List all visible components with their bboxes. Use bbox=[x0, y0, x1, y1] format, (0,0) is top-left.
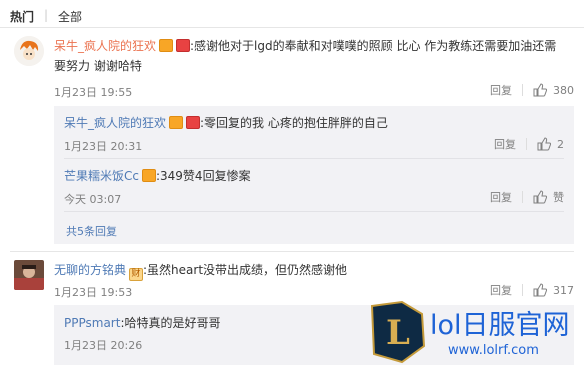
reply-actions: 回复 赞 bbox=[490, 189, 564, 205]
divider bbox=[10, 251, 574, 252]
watermark-title: lol日服官网 bbox=[430, 310, 570, 341]
divider bbox=[522, 191, 523, 203]
reply-body: :349赞4回复惨案 bbox=[155, 169, 251, 183]
watermark-logo-letter: L bbox=[386, 313, 410, 353]
vip-badge-icon bbox=[169, 116, 184, 129]
tab-hot[interactable]: 热门 bbox=[10, 8, 34, 25]
comment-body: :感谢他对于lgd的奉献和对噗噗的照顾 比心 作为教练还需要加油还需 bbox=[190, 39, 557, 53]
reply-time: 1月23日 20:31 bbox=[64, 140, 143, 153]
thumbs-up-icon[interactable] bbox=[533, 283, 547, 297]
comment-actions: 回复 380 bbox=[490, 82, 574, 98]
reply-button[interactable]: 回复 bbox=[490, 189, 512, 205]
reply-username[interactable]: PPPsmart bbox=[64, 316, 120, 330]
divider bbox=[64, 211, 564, 212]
wealth-badge-icon: 财 bbox=[129, 268, 144, 281]
reply-text: PPPsmart:哈特真的是好哥哥 bbox=[64, 313, 220, 333]
tab-bar: 热门 | 全部 bbox=[0, 0, 584, 28]
like-count: 2 bbox=[557, 137, 564, 151]
reply-username[interactable]: 芒果糯米饭Cc bbox=[64, 169, 139, 183]
watermark-logo-icon: L lol日服官网 www.lolrf.com bbox=[370, 300, 570, 364]
avatar[interactable] bbox=[14, 260, 44, 290]
avatar-image-icon bbox=[14, 260, 44, 290]
view-more-replies-link[interactable]: 共5条回复 bbox=[66, 223, 117, 239]
reply-button[interactable]: 回复 bbox=[494, 136, 516, 152]
comment-body: :虽然heart没带出成绩，但仍然感谢他 bbox=[143, 263, 348, 277]
divider bbox=[522, 284, 523, 296]
reply-button[interactable]: 回复 bbox=[490, 82, 512, 98]
like-count: 380 bbox=[553, 83, 574, 97]
comment-actions: 回复 317 bbox=[490, 282, 574, 298]
like-label: 赞 bbox=[553, 191, 564, 204]
red-badge-icon bbox=[176, 39, 191, 52]
comment-time: 1月23日 19:55 bbox=[54, 86, 133, 99]
comment-text-line1: 呆牛_疯人院的狂欢 :感谢他对于lgd的奉献和对噗噗的照顾 比心 作为教练还需要加… bbox=[54, 36, 556, 56]
comment-time: 1月23日 19:53 bbox=[54, 286, 133, 299]
reply-time: 今天 03:07 bbox=[64, 193, 122, 206]
reply-text: 芒果糯米饭Cc :349赞4回复惨案 bbox=[64, 166, 251, 186]
divider bbox=[526, 138, 527, 150]
comment-text-line1: 无聊的方铭典财:虽然heart没带出成绩，但仍然感谢他 bbox=[54, 260, 347, 281]
tab-separator: | bbox=[44, 8, 49, 22]
tab-all[interactable]: 全部 bbox=[58, 8, 82, 25]
red-badge-icon bbox=[186, 116, 201, 129]
watermark: L lol日服官网 www.lolrf.com bbox=[368, 300, 584, 365]
reply-text: 呆牛_疯人院的狂欢 :零回复的我 心疼的抱住胖胖的自己 bbox=[64, 113, 388, 133]
vip-badge-icon bbox=[141, 169, 156, 182]
watermark-url: www.lolrf.com bbox=[448, 343, 539, 358]
divider bbox=[522, 84, 523, 96]
reply-body: :哈特真的是好哥哥 bbox=[120, 316, 221, 330]
avatar[interactable] bbox=[14, 36, 44, 66]
comment-text-line2: 要努力 谢谢哈特 bbox=[54, 59, 142, 73]
reply-time: 1月23日 20:26 bbox=[64, 339, 143, 352]
reply-body: :零回复的我 心疼的抱住胖胖的自己 bbox=[200, 116, 388, 130]
comment-username[interactable]: 呆牛_疯人院的狂欢 bbox=[54, 39, 156, 53]
like-count: 317 bbox=[553, 283, 574, 297]
reply-username[interactable]: 呆牛_疯人院的狂欢 bbox=[64, 116, 166, 130]
avatar-image-icon bbox=[14, 36, 44, 66]
comment-username[interactable]: 无聊的方铭典 bbox=[54, 263, 126, 277]
reply-actions: 回复 2 bbox=[494, 136, 564, 152]
vip-badge-icon bbox=[159, 39, 174, 52]
thumbs-up-icon[interactable] bbox=[533, 190, 547, 204]
thumbs-up-icon[interactable] bbox=[537, 137, 551, 151]
reply-button[interactable]: 回复 bbox=[490, 282, 512, 298]
divider bbox=[64, 158, 564, 159]
thumbs-up-icon[interactable] bbox=[533, 83, 547, 97]
